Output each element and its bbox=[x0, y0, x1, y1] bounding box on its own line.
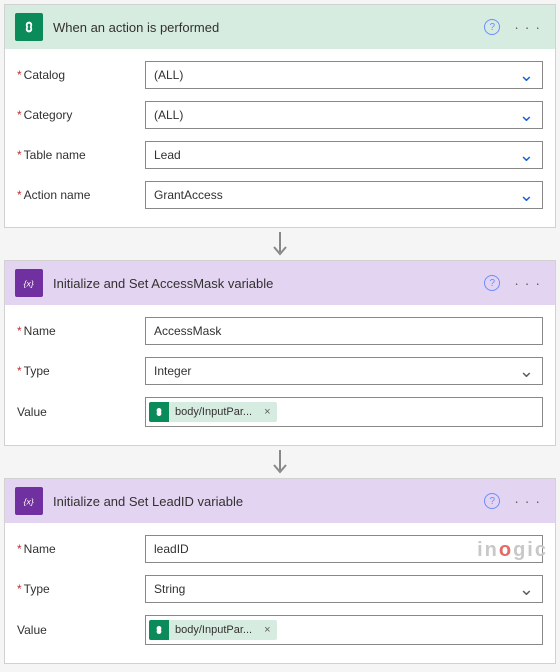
card-title: When an action is performed bbox=[53, 20, 474, 35]
more-menu-icon[interactable]: · · · bbox=[510, 19, 545, 35]
field-row-name: *Name leadID bbox=[17, 529, 543, 569]
input-value: leadID bbox=[154, 542, 189, 556]
card-header[interactable]: When an action is performed ? · · · bbox=[5, 5, 555, 49]
arrow-down-icon bbox=[4, 232, 556, 260]
field-label: *Action name bbox=[17, 188, 145, 202]
chevron-down-icon: ⌄ bbox=[519, 580, 534, 598]
field-row-category: *Category (ALL) ⌄ bbox=[17, 95, 543, 135]
token-remove-icon[interactable]: × bbox=[258, 406, 276, 418]
field-label: *Name bbox=[17, 542, 145, 556]
field-label: Value bbox=[17, 405, 145, 419]
variable-icon: {x} bbox=[15, 269, 43, 297]
card-title: Initialize and Set AccessMask variable bbox=[53, 276, 474, 291]
card-title: Initialize and Set LeadID variable bbox=[53, 494, 474, 509]
more-menu-icon[interactable]: · · · bbox=[510, 493, 545, 509]
field-row-value: Value body/InputPar... × bbox=[17, 609, 543, 651]
name-input[interactable]: leadID bbox=[145, 535, 543, 563]
token-text: body/InputPar... bbox=[169, 406, 258, 418]
help-icon[interactable]: ? bbox=[484, 493, 500, 509]
action-card-accessmask: {x} Initialize and Set AccessMask variab… bbox=[4, 260, 556, 446]
table-select[interactable]: Lead ⌄ bbox=[145, 141, 543, 169]
dynamic-content-token[interactable]: body/InputPar... × bbox=[149, 620, 277, 640]
variable-icon: {x} bbox=[15, 487, 43, 515]
dynamic-content-token[interactable]: body/InputPar... × bbox=[149, 402, 277, 422]
dataverse-icon bbox=[15, 13, 43, 41]
field-label: *Name bbox=[17, 324, 145, 338]
input-value: AccessMask bbox=[154, 324, 221, 338]
field-label: *Catalog bbox=[17, 68, 145, 82]
select-value: String bbox=[154, 582, 185, 596]
select-value: (ALL) bbox=[154, 108, 183, 122]
help-icon[interactable]: ? bbox=[484, 275, 500, 291]
action-card-leadid: {x} Initialize and Set LeadID variable ?… bbox=[4, 478, 556, 664]
value-input[interactable]: body/InputPar... × bbox=[145, 615, 543, 645]
chevron-down-icon: ⌄ bbox=[519, 106, 534, 124]
help-icon[interactable]: ? bbox=[484, 19, 500, 35]
token-remove-icon[interactable]: × bbox=[258, 624, 276, 636]
trigger-card: When an action is performed ? · · · *Cat… bbox=[4, 4, 556, 228]
select-value: Lead bbox=[154, 148, 181, 162]
chevron-down-icon: ⌄ bbox=[519, 146, 534, 164]
field-row-value: Value body/InputPar... × bbox=[17, 391, 543, 433]
field-label: *Category bbox=[17, 108, 145, 122]
dataverse-icon bbox=[149, 402, 169, 422]
card-header[interactable]: {x} Initialize and Set LeadID variable ?… bbox=[5, 479, 555, 523]
field-row-catalog: *Catalog (ALL) ⌄ bbox=[17, 55, 543, 95]
type-select[interactable]: String ⌄ bbox=[145, 575, 543, 603]
action-select[interactable]: GrantAccess ⌄ bbox=[145, 181, 543, 209]
select-value: Integer bbox=[154, 364, 191, 378]
name-input[interactable]: AccessMask bbox=[145, 317, 543, 345]
field-label: Value bbox=[17, 623, 145, 637]
field-row-type: *Type String ⌄ bbox=[17, 569, 543, 609]
more-menu-icon[interactable]: · · · bbox=[510, 275, 545, 291]
chevron-down-icon: ⌄ bbox=[519, 186, 534, 204]
select-value: (ALL) bbox=[154, 68, 183, 82]
card-body: *Name leadID *Type String ⌄ Value body/I… bbox=[5, 523, 555, 663]
token-text: body/InputPar... bbox=[169, 624, 258, 636]
card-body: *Name AccessMask *Type Integer ⌄ Value b… bbox=[5, 305, 555, 445]
field-label: *Type bbox=[17, 582, 145, 596]
field-label: *Table name bbox=[17, 148, 145, 162]
catalog-select[interactable]: (ALL) ⌄ bbox=[145, 61, 543, 89]
dataverse-icon bbox=[149, 620, 169, 640]
field-row-action: *Action name GrantAccess ⌄ bbox=[17, 175, 543, 215]
card-body: *Catalog (ALL) ⌄ *Category (ALL) ⌄ *Tabl… bbox=[5, 49, 555, 227]
card-header[interactable]: {x} Initialize and Set AccessMask variab… bbox=[5, 261, 555, 305]
value-input[interactable]: body/InputPar... × bbox=[145, 397, 543, 427]
type-select[interactable]: Integer ⌄ bbox=[145, 357, 543, 385]
arrow-down-icon bbox=[4, 450, 556, 478]
svg-text:{x}: {x} bbox=[24, 496, 34, 506]
field-label: *Type bbox=[17, 364, 145, 378]
field-row-name: *Name AccessMask bbox=[17, 311, 543, 351]
field-row-type: *Type Integer ⌄ bbox=[17, 351, 543, 391]
select-value: GrantAccess bbox=[154, 188, 223, 202]
field-row-table: *Table name Lead ⌄ bbox=[17, 135, 543, 175]
svg-text:{x}: {x} bbox=[24, 278, 34, 288]
category-select[interactable]: (ALL) ⌄ bbox=[145, 101, 543, 129]
chevron-down-icon: ⌄ bbox=[519, 362, 534, 380]
chevron-down-icon: ⌄ bbox=[519, 66, 534, 84]
